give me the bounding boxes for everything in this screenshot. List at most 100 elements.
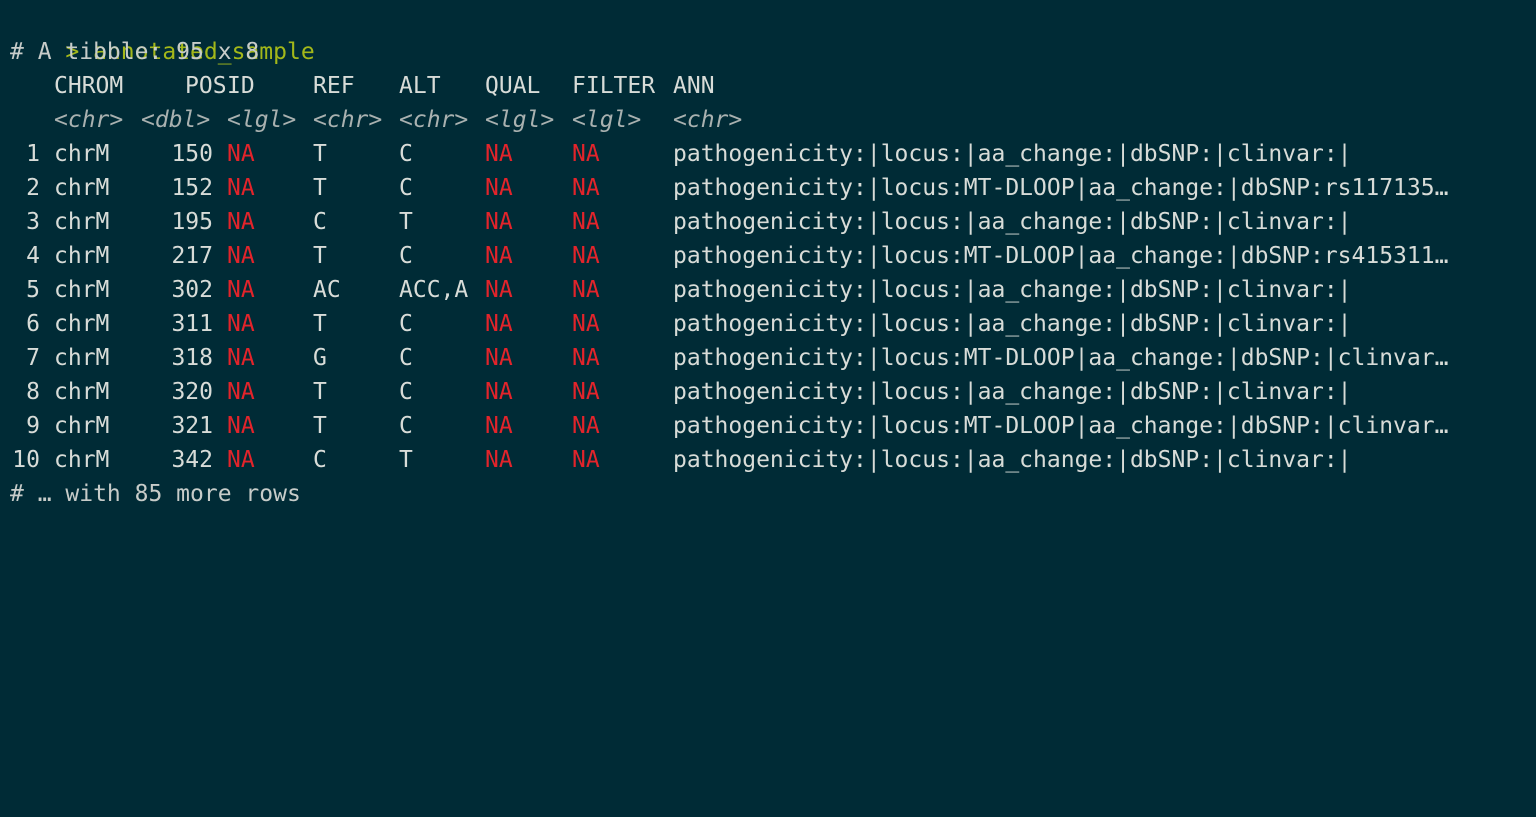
cell-qual: NA <box>485 277 513 303</box>
cell-id: NA <box>227 277 255 303</box>
cell-id: NA <box>227 243 255 269</box>
col-type-pos: <dbl> <box>141 107 211 133</box>
prompt-line: > annotated_sample <box>10 1 314 65</box>
cell-pos: 150 <box>171 141 213 167</box>
cell-id: NA <box>227 379 255 405</box>
cell-ann: pathogenicity:|locus:|aa_change:|dbSNP:|… <box>673 277 1352 303</box>
cell-pos: 195 <box>171 209 213 235</box>
cell-ref: T <box>313 141 327 167</box>
row-number: 10 <box>12 447 40 473</box>
cell-ann: pathogenicity:|locus:MT-DLOOP|aa_change:… <box>673 243 1449 269</box>
table-row: 7 chrM 318 NA G C NA NA pathogenicity:|l… <box>0 341 1536 375</box>
table-row: 5 chrM 302 NA AC ACC,A NA NA pathogenici… <box>0 273 1536 307</box>
row-number: 1 <box>26 141 40 167</box>
cell-filter: NA <box>572 209 600 235</box>
cell-pos: 302 <box>171 277 213 303</box>
column-type-row: <chr> <dbl> <lgl> <chr> <chr> <lgl> <lgl… <box>0 103 1536 137</box>
cell-ref: C <box>313 209 327 235</box>
more-rows-footer: # … with 85 more rows <box>10 481 301 507</box>
cell-filter: NA <box>572 277 600 303</box>
cell-chrom: chrM <box>54 141 110 167</box>
cell-ann: pathogenicity:|locus:MT-DLOOP|aa_change:… <box>673 345 1449 371</box>
row-number: 3 <box>26 209 40 235</box>
table-row: 1 chrM 150 NA T C NA NA pathogenicity:|l… <box>0 137 1536 171</box>
table-row: 8 chrM 320 NA T C NA NA pathogenicity:|l… <box>0 375 1536 409</box>
cell-pos: 342 <box>171 447 213 473</box>
cell-id: NA <box>227 311 255 337</box>
cell-pos: 318 <box>171 345 213 371</box>
table-row: 6 chrM 311 NA T C NA NA pathogenicity:|l… <box>0 307 1536 341</box>
col-name-filter: FILTER <box>572 73 656 99</box>
cell-ann: pathogenicity:|locus:MT-DLOOP|aa_change:… <box>673 413 1449 439</box>
cell-id: NA <box>227 175 255 201</box>
cell-alt: T <box>399 209 413 235</box>
tibble-header: # A tibble: 95 x 8 <box>10 39 260 65</box>
cell-alt: C <box>399 311 413 337</box>
cell-pos: 311 <box>171 311 213 337</box>
table-row: 2 chrM 152 NA T C NA NA pathogenicity:|l… <box>0 171 1536 205</box>
col-name-ref: REF <box>313 73 355 99</box>
cell-pos: 152 <box>171 175 213 201</box>
cell-qual: NA <box>485 413 513 439</box>
cell-chrom: chrM <box>54 243 110 269</box>
cell-chrom: chrM <box>54 447 110 473</box>
cell-pos: 321 <box>171 413 213 439</box>
cell-ref: AC <box>313 277 341 303</box>
cell-alt: C <box>399 243 413 269</box>
cell-alt: C <box>399 141 413 167</box>
cell-chrom: chrM <box>54 209 110 235</box>
cell-alt: T <box>399 447 413 473</box>
cell-qual: NA <box>485 209 513 235</box>
cell-qual: NA <box>485 243 513 269</box>
cell-filter: NA <box>572 141 600 167</box>
table-row: 4 chrM 217 NA T C NA NA pathogenicity:|l… <box>0 239 1536 273</box>
cell-ref: T <box>313 413 327 439</box>
col-type-qual: <lgl> <box>485 107 555 133</box>
cell-qual: NA <box>485 379 513 405</box>
cell-ann: pathogenicity:|locus:|aa_change:|dbSNP:|… <box>673 379 1352 405</box>
cell-qual: NA <box>485 175 513 201</box>
cell-id: NA <box>227 413 255 439</box>
col-name-chrom: CHROM <box>54 73 124 99</box>
cell-ref: T <box>313 379 327 405</box>
cell-ref: T <box>313 175 327 201</box>
cell-chrom: chrM <box>54 379 110 405</box>
cell-chrom: chrM <box>54 345 110 371</box>
cell-ann: pathogenicity:|locus:|aa_change:|dbSNP:|… <box>673 311 1352 337</box>
cell-ref: T <box>313 311 327 337</box>
row-number: 2 <box>26 175 40 201</box>
cell-id: NA <box>227 345 255 371</box>
cell-qual: NA <box>485 311 513 337</box>
cell-alt: C <box>399 379 413 405</box>
cell-qual: NA <box>485 141 513 167</box>
cell-alt: C <box>399 175 413 201</box>
col-type-filter: <lgl> <box>572 107 642 133</box>
cell-chrom: chrM <box>54 175 110 201</box>
cell-id: NA <box>227 141 255 167</box>
row-number: 6 <box>26 311 40 337</box>
terminal-window[interactable]: > annotated_sample # A tibble: 95 x 8 CH… <box>0 0 1536 518</box>
col-type-chrom: <chr> <box>54 107 124 133</box>
cell-ann: pathogenicity:|locus:|aa_change:|dbSNP:|… <box>673 141 1352 167</box>
cell-filter: NA <box>572 175 600 201</box>
cell-chrom: chrM <box>54 277 110 303</box>
table-row: 3 chrM 195 NA C T NA NA pathogenicity:|l… <box>0 205 1536 239</box>
cell-ann: pathogenicity:|locus:|aa_change:|dbSNP:|… <box>673 209 1352 235</box>
cell-pos: 320 <box>171 379 213 405</box>
col-name-pos: POS <box>185 73 227 99</box>
cell-filter: NA <box>572 243 600 269</box>
cell-chrom: chrM <box>54 413 110 439</box>
row-number: 9 <box>26 413 40 439</box>
row-number: 7 <box>26 345 40 371</box>
row-number: 8 <box>26 379 40 405</box>
col-type-ref: <chr> <box>313 107 383 133</box>
col-name-id: ID <box>227 73 255 99</box>
cell-ann: pathogenicity:|locus:MT-DLOOP|aa_change:… <box>673 175 1449 201</box>
cell-alt: C <box>399 413 413 439</box>
cell-filter: NA <box>572 413 600 439</box>
row-number: 4 <box>26 243 40 269</box>
cell-filter: NA <box>572 379 600 405</box>
cell-filter: NA <box>572 311 600 337</box>
cell-id: NA <box>227 447 255 473</box>
cell-chrom: chrM <box>54 311 110 337</box>
